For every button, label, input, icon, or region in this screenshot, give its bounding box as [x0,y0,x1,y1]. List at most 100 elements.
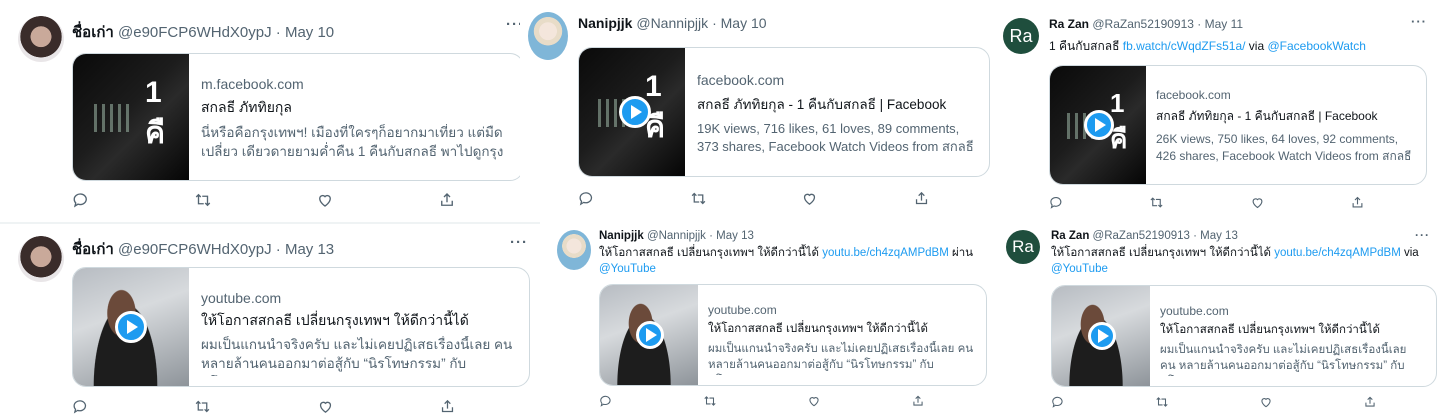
mention-link[interactable]: @FacebookWatch [1267,39,1365,53]
handle[interactable]: @e90FCP6WHdX0ypJ [118,241,272,258]
reply-icon[interactable] [578,190,595,212]
link-card[interactable]: youtube.com ให้โอกาสสกลธี เปลี่ยนกรุงเทพ… [1051,285,1437,387]
display-name[interactable]: Nanipjjk [599,230,644,242]
share-icon[interactable] [439,398,456,416]
like-icon[interactable] [1250,195,1265,215]
mention-link[interactable]: @YouTube [1051,263,1108,275]
reply-icon[interactable] [1051,395,1065,414]
handle[interactable]: @Nannipjjk [636,15,708,31]
display-name[interactable]: Ra Zan [1051,230,1089,242]
card-description: 26K views, 750 likes, 64 loves, 92 comme… [1156,132,1412,167]
display-name[interactable]: ชื่อเก่า [72,241,114,258]
avatar[interactable] [528,12,568,60]
tweet-header: Ra Zan @RaZan52190913 · May 13 [1051,230,1238,242]
play-icon[interactable] [619,96,651,128]
like-icon[interactable] [807,394,821,413]
card-domain: m.facebook.com [201,76,304,92]
link-card[interactable]: 1 คื facebook.com สกลธี ภัททิยกุล - 1 คื… [578,47,990,177]
more-icon[interactable]: ··· [1415,228,1430,242]
retweet-icon[interactable] [690,190,707,212]
play-icon[interactable] [115,311,147,343]
link-card[interactable]: 1 คื facebook.com สกลธี ภัททิยกุล - 1 คื… [1049,65,1427,185]
card-title: ให้โอกาสสกลธี เปลี่ยนกรุงเทพฯ ให้ดีกว่าน… [201,312,469,328]
tweet-link[interactable]: youtu.be/ch4zqAMPdBM [1274,247,1401,259]
play-icon[interactable] [1084,110,1114,140]
more-icon[interactable]: ··· [510,234,528,251]
card-description: ผมเป็นแกนนำจริงครับ และไม่เคยปฏิเสธเรื่อ… [201,337,513,376]
tweet-text-via: ผ่าน [951,247,974,259]
avatar[interactable]: Ra [1006,230,1040,264]
date[interactable]: · May 13 [1193,230,1238,242]
avatar[interactable] [557,230,591,270]
link-card[interactable]: youtube.com ให้โอกาสสกลธี เปลี่ยนกรุงเทพ… [72,267,530,387]
card-title: ให้โอกาสสกลธี เปลี่ยนกรุงเทพฯ ให้ดีกว่าน… [1160,324,1380,336]
date[interactable]: · May 13 [709,230,754,242]
tweet-header: Nanipjjk @Nannipjjk · May 13 [599,230,754,242]
thumbnail-text: 1 คื [645,70,666,144]
play-icon[interactable] [636,321,664,349]
tweet-header: ชื่อเก่า @e90FCP6WHdX0ypJ · May 10 [72,20,334,44]
retweet-icon[interactable] [1155,395,1169,414]
tweet-text: ให้โอกาสสกลธี เปลี่ยนกรุงเทพฯ ให้ดีกว่าน… [1051,246,1431,277]
reply-icon[interactable] [72,398,89,416]
tweet-header: ชื่อเก่า @e90FCP6WHdX0ypJ · May 13 [72,237,334,261]
share-icon[interactable] [913,190,930,212]
video-thumbnail[interactable] [600,285,698,385]
retweet-icon[interactable] [194,191,212,214]
retweet-icon[interactable] [703,394,717,413]
display-name[interactable]: Ra Zan [1049,17,1089,31]
like-icon[interactable] [317,398,334,416]
video-thumbnail[interactable] [1052,286,1150,386]
handle[interactable]: @e90FCP6WHdX0ypJ [118,24,272,41]
reply-icon[interactable] [1049,195,1064,215]
card-domain: youtube.com [201,290,282,306]
card-domain: facebook.com [697,72,785,88]
handle[interactable]: @RaZan52190913 [1093,230,1190,242]
more-icon[interactable]: ··· [1411,14,1427,29]
tweet[interactable]: ชื่อเก่า @e90FCP6WHdX0ypJ · May 10 ··· 1… [0,0,540,222]
like-icon[interactable] [316,191,334,214]
handle[interactable]: @RaZan52190913 [1092,17,1194,31]
tweet-text-via: via [1403,247,1419,259]
date[interactable]: · May 10 [276,24,334,41]
share-icon[interactable] [1350,195,1365,215]
tweet[interactable]: Nanipjjk @Nannipjjk · May 13 ให้โอกาสสกล… [545,222,997,416]
link-card[interactable]: 1 คื m.facebook.com สกลธี ภัททิยกุล นี่ห… [72,53,524,181]
tweet-link[interactable]: youtu.be/ch4zqAMPdBM [822,247,949,259]
card-title: สกลธี ภัททิยกุล - 1 คืนกับสกลธี | Facebo… [697,97,947,112]
video-thumbnail[interactable]: 1 คื [579,48,685,176]
tweet[interactable]: Nanipjjk @Nannipjjk · May 10 1 คื facebo… [520,0,990,218]
video-thumbnail[interactable]: 1 คื [73,54,189,180]
date[interactable]: · May 13 [276,241,334,258]
video-thumbnail[interactable] [73,268,189,386]
share-icon[interactable] [1363,395,1377,414]
video-thumbnail[interactable]: 1 คื [1050,66,1146,184]
avatar[interactable] [18,16,64,62]
display-name[interactable]: ชื่อเก่า [72,24,114,41]
tweet[interactable]: Ra Ra Zan @RaZan52190913 · May 13 ··· ให… [1000,222,1437,416]
share-icon[interactable] [911,394,925,413]
avatar[interactable]: Ra [1003,18,1039,54]
handle[interactable]: @Nannipjjk [647,230,706,242]
like-icon[interactable] [801,190,818,212]
avatar[interactable] [18,236,64,282]
card-domain: youtube.com [1160,304,1229,318]
retweet-icon[interactable] [1149,195,1164,215]
tweet[interactable]: ชื่อเก่า @e90FCP6WHdX0ypJ · May 13 ··· y… [0,222,540,416]
link-card[interactable]: youtube.com ให้โอกาสสกลธี เปลี่ยนกรุงเทพ… [599,284,987,386]
play-icon[interactable] [1088,322,1116,350]
mention-link[interactable]: @YouTube [599,263,656,275]
date[interactable]: · May 10 [712,15,766,31]
display-name[interactable]: Nanipjjk [578,15,632,31]
thumbnail-text: 1 คื [1110,88,1128,154]
tweet[interactable]: Ra Ra Zan @RaZan52190913 · May 11 ··· 1 … [995,0,1437,222]
share-icon[interactable] [438,191,456,214]
like-icon[interactable] [1259,395,1273,414]
reply-icon[interactable] [599,394,613,413]
card-title: สกลธี ภัททิยกุล - 1 คืนกับสกลธี | Facebo… [1156,109,1378,123]
date[interactable]: · May 11 [1197,17,1243,31]
reply-icon[interactable] [72,191,90,214]
card-meta: youtube.com ให้โอกาสสกลธี เปลี่ยนกรุงเทพ… [1160,304,1424,376]
retweet-icon[interactable] [194,398,211,416]
tweet-link[interactable]: fb.watch/cWqdZFs51a/ [1123,39,1246,53]
